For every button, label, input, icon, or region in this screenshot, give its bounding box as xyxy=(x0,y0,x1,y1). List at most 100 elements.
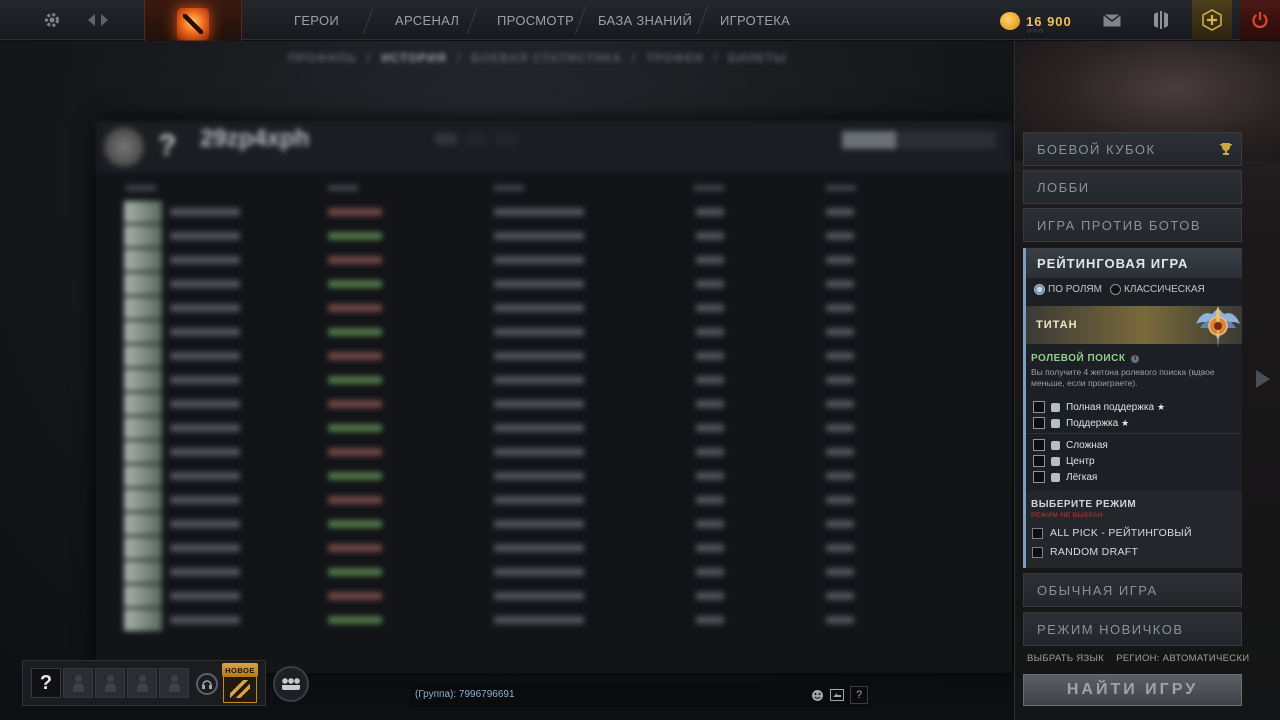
match-row[interactable] xyxy=(124,393,984,415)
match-row[interactable] xyxy=(124,609,984,631)
profile-content-area: ПРОФИЛЬ / ИСТОРИЯ / БОЕВАЯ СТАТИСТИКА / … xyxy=(0,41,1014,681)
role-offlane[interactable]: Сложная xyxy=(1033,438,1108,452)
match-row[interactable] xyxy=(124,489,984,511)
role-mid[interactable]: Центр xyxy=(1033,454,1095,468)
gold-balance[interactable]: 16 900 ○○○ xyxy=(1000,8,1072,35)
match-cell xyxy=(494,256,584,264)
party-slot-empty[interactable] xyxy=(159,668,189,698)
chat-help-button[interactable]: ? xyxy=(850,686,868,704)
ranked-title[interactable]: РЕЙТИНГОВАЯ ИГРА xyxy=(1026,248,1242,278)
nav-tab-game-library[interactable]: ИГРОТЕКА xyxy=(720,0,790,40)
power-button[interactable] xyxy=(1240,0,1280,40)
chevron-right-icon[interactable] xyxy=(1256,370,1270,388)
match-row[interactable] xyxy=(124,561,984,583)
match-cell xyxy=(696,616,724,624)
match-cell xyxy=(696,424,724,432)
party-slot-empty[interactable] xyxy=(63,668,93,698)
checkbox[interactable] xyxy=(1033,455,1045,467)
share-icon[interactable] xyxy=(828,686,846,704)
match-row[interactable] xyxy=(124,465,984,487)
headset-icon[interactable] xyxy=(196,673,218,695)
chat-bar[interactable]: (Группа): 7996796691 ? xyxy=(410,683,870,707)
match-cell xyxy=(170,304,240,312)
new-player-mode-button[interactable]: РЕЖИМ НОВИЧКОВ xyxy=(1023,612,1242,646)
match-row[interactable] xyxy=(124,513,984,535)
subnav-trophies[interactable]: ТРОФЕИ xyxy=(646,51,703,65)
lobby-button[interactable]: ЛОББИ xyxy=(1023,170,1242,204)
chevron-left-icon[interactable] xyxy=(84,0,98,40)
subnav-tickets[interactable]: БИЛЕТЫ xyxy=(728,51,787,65)
match-cell xyxy=(328,472,382,480)
safelane-role-icon xyxy=(1051,472,1060,482)
match-row[interactable] xyxy=(124,201,984,223)
checkbox[interactable] xyxy=(1033,401,1045,413)
select-language-link[interactable]: ВЫБРАТЬ ЯЗЫК xyxy=(1027,653,1104,664)
chat-channel-text: (Группа): 7996796691 xyxy=(415,689,515,700)
mode-all-pick[interactable]: ALL PICK - РЕЙТИНГОВЫЙ xyxy=(1032,526,1192,540)
match-cell xyxy=(170,568,240,576)
match-row[interactable] xyxy=(124,441,984,463)
history-tab[interactable] xyxy=(434,133,458,145)
role-support[interactable]: Поддержка ★ xyxy=(1033,416,1129,430)
nav-tab-watch[interactable]: ПРОСМОТР xyxy=(497,0,574,40)
match-row[interactable] xyxy=(124,273,984,295)
match-row[interactable] xyxy=(124,417,984,439)
nav-tab-heroes[interactable]: ГЕРОИ xyxy=(294,0,339,40)
mail-button[interactable] xyxy=(1092,0,1132,40)
role-safelane[interactable]: Лёгкая xyxy=(1033,470,1097,484)
match-row[interactable] xyxy=(124,297,984,319)
gold-dots: ○○○ xyxy=(1027,26,1045,35)
find-game-button[interactable]: НАЙТИ ИГРУ xyxy=(1023,674,1242,706)
checkbox[interactable] xyxy=(1032,546,1043,558)
match-row[interactable] xyxy=(124,369,984,391)
info-icon[interactable]: i xyxy=(1131,354,1140,363)
match-cell xyxy=(826,232,854,240)
nav-tab-arsenal[interactable]: АРСЕНАЛ xyxy=(395,0,459,40)
party-slot-self[interactable]: ? xyxy=(31,668,61,698)
party-slot-empty[interactable] xyxy=(95,668,125,698)
role-hard-support[interactable]: Полная поддержка ★ xyxy=(1033,400,1165,414)
match-row[interactable] xyxy=(124,225,984,247)
match-cell xyxy=(494,208,584,216)
queue-classic-radio[interactable]: КЛАССИЧЕСКАЯ xyxy=(1110,284,1205,295)
armory-button[interactable] xyxy=(1141,0,1181,40)
gear-icon[interactable] xyxy=(40,0,64,40)
profile-subnav: ПРОФИЛЬ / ИСТОРИЯ / БОЕВАЯ СТАТИСТИКА / … xyxy=(288,51,787,65)
group-icon[interactable] xyxy=(273,666,309,702)
chevron-right-icon[interactable] xyxy=(98,0,112,40)
match-cell xyxy=(826,520,854,528)
power-icon xyxy=(1252,12,1268,29)
play-footer-links: ВЫБРАТЬ ЯЗЫК РЕГИОН: АВТОМАТИЧЕСКИ xyxy=(1027,653,1249,664)
queue-by-roles-radio[interactable]: ПО РОЛЯМ xyxy=(1034,284,1102,295)
match-row[interactable] xyxy=(124,345,984,367)
history-tab[interactable] xyxy=(464,133,488,145)
region-link[interactable]: РЕГИОН: АВТОМАТИЧЕСКИ xyxy=(1116,653,1249,664)
hero-portrait xyxy=(124,417,162,439)
column-header xyxy=(494,185,524,191)
battle-cup-button[interactable]: БОЕВОЙ КУБОК xyxy=(1023,132,1242,166)
checkbox[interactable] xyxy=(1033,471,1045,483)
smiley-icon[interactable] xyxy=(808,686,826,704)
match-cell xyxy=(696,592,724,600)
match-row[interactable] xyxy=(124,321,984,343)
subnav-battle-stats[interactable]: БОЕВАЯ СТАТИСТИКА xyxy=(471,51,622,65)
history-tab[interactable] xyxy=(494,133,518,145)
bots-button[interactable]: ИГРА ПРОТИВ БОТОВ xyxy=(1023,208,1242,242)
subnav-profile[interactable]: ПРОФИЛЬ xyxy=(288,51,357,65)
new-item-button[interactable] xyxy=(223,675,257,703)
match-row[interactable] xyxy=(124,249,984,271)
party-slot-empty[interactable] xyxy=(127,668,157,698)
play-panel: БОЕВОЙ КУБОК ЛОББИ ИГРА ПРОТИВ БОТОВ РЕЙ… xyxy=(1014,41,1280,720)
match-cell xyxy=(494,352,584,360)
nav-tab-knowledge-base[interactable]: БАЗА ЗНАНИЙ xyxy=(598,0,692,40)
plus-button[interactable] xyxy=(1192,0,1232,40)
normal-game-button[interactable]: ОБЫЧНАЯ ИГРА xyxy=(1023,573,1242,607)
match-row[interactable] xyxy=(124,537,984,559)
armor-icon xyxy=(1154,11,1168,29)
checkbox[interactable] xyxy=(1033,417,1045,429)
subnav-history[interactable]: ИСТОРИЯ xyxy=(381,51,447,65)
match-row[interactable] xyxy=(124,585,984,607)
checkbox[interactable] xyxy=(1033,439,1045,451)
checkbox[interactable] xyxy=(1032,527,1043,539)
mode-random-draft[interactable]: RANDOM DRAFT xyxy=(1032,545,1138,559)
